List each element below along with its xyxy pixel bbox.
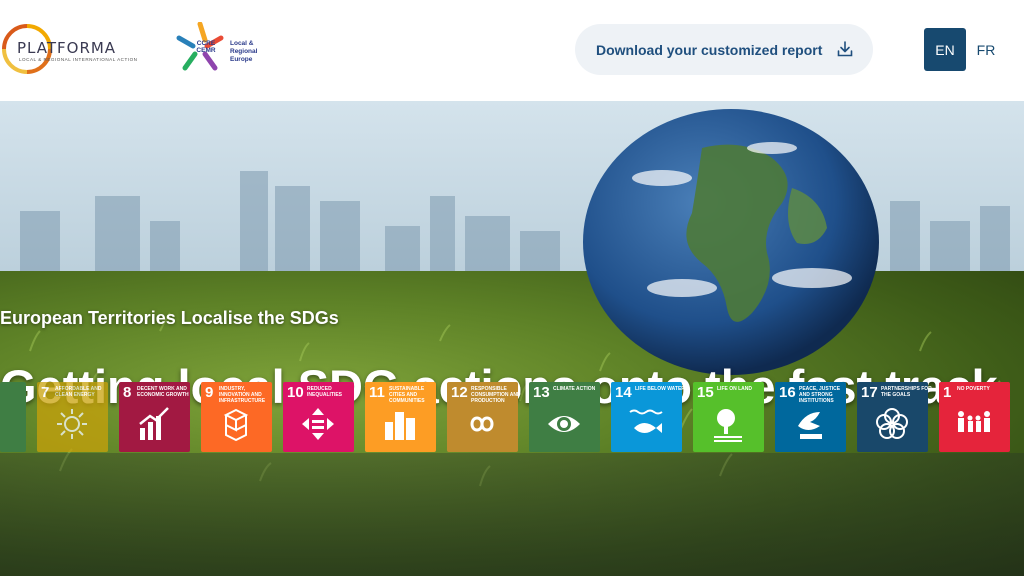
sdg-tile-15[interactable]: 15 LIFE ON LAND xyxy=(693,382,764,452)
language-en-button[interactable]: EN xyxy=(924,28,966,71)
sdg-tile-17[interactable]: 17 PARTNERSHIPS FOR THE GOALS xyxy=(857,382,932,452)
ccre-cemr-logo[interactable]: CCRE CEMR Local & Regional Europe xyxy=(175,21,275,74)
download-report-button[interactable]: Download your customized report xyxy=(575,24,873,75)
eye-globe-icon xyxy=(548,416,580,432)
dove-icon xyxy=(798,412,822,439)
site-header: PLATFORMA LOCAL & REGIONAL INTERNATIONAL… xyxy=(0,0,1024,101)
sdg-tile-partial[interactable] xyxy=(0,382,26,452)
growth-chart-icon xyxy=(139,407,169,440)
ccre-text-line: Regional xyxy=(230,48,258,55)
platforma-name: PLATFORMA xyxy=(17,39,117,57)
rings-icon xyxy=(876,408,908,439)
sdg-tile-1[interactable]: 1 NO POVERTY xyxy=(939,382,1010,452)
ccre-text-line: Local & xyxy=(230,40,254,47)
download-report-label: Download your customized report xyxy=(596,41,823,58)
sdg-tile-label: AFFORDABLE AND CLEAN ENERGY xyxy=(55,386,102,398)
sdg-tile-number: 15 xyxy=(697,384,714,401)
family-icon xyxy=(958,411,990,432)
sdg-tile-number: 12 xyxy=(451,384,468,401)
hero-eyebrow: European Territories Localise the SDGs xyxy=(0,308,339,328)
sdg-tile-16[interactable]: 16 PEACE, JUSTICE AND STRONG INSTITUTIONS xyxy=(775,382,846,452)
tree-icon xyxy=(714,409,742,442)
sdg-tile-number: 10 xyxy=(287,384,304,401)
sdg-tile-label: REDUCED INEQUALITIES xyxy=(307,386,343,398)
sdg-tile-label: PEACE, JUSTICE AND STRONG INSTITUTIONS xyxy=(799,386,841,404)
sdg-tile-12[interactable]: 12 RESPONSIBLE CONSUMPTION AND PRODUCTION xyxy=(447,382,521,452)
arrows-icon xyxy=(302,408,334,440)
sdg-tile-label: INDUSTRY, INNOVATION AND INFRASTRUCTURE xyxy=(219,386,266,404)
sdg-tile-number: 14 xyxy=(615,384,632,401)
sdg-tile-label: CLIMATE ACTION xyxy=(553,386,596,392)
sdg-tile-13[interactable]: 13 CLIMATE ACTION xyxy=(529,382,600,452)
sdg-tile-14[interactable]: 14 LIFE BELOW WATER xyxy=(611,382,685,452)
sdg-tile-label: PARTNERSHIPS FOR THE GOALS xyxy=(881,386,932,398)
sdg-tile-label: LIFE BELOW WATER xyxy=(635,386,685,392)
sdg-tile-8[interactable]: 8 DECENT WORK AND ECONOMIC GROWTH xyxy=(119,382,190,452)
ccre-text: Local & Regional Europe xyxy=(230,40,257,64)
ccre-text-line: Europe xyxy=(230,56,253,63)
earth-globe-image xyxy=(583,109,879,375)
sdg-tile-label: DECENT WORK AND ECONOMIC GROWTH xyxy=(137,386,189,398)
cubes-icon xyxy=(223,408,249,442)
sdg-tile-number: 17 xyxy=(861,384,878,401)
sdg-tile-label: SUSTAINABLE CITIES AND COMMUNITIES xyxy=(389,386,425,404)
sdg-tiles-band xyxy=(0,453,1024,576)
hero-banner: European Territories Localise the SDGs G… xyxy=(0,101,1024,576)
sdg-tile-10[interactable]: 10 REDUCED INEQUALITIES xyxy=(283,382,354,452)
language-fr-button[interactable]: FR xyxy=(972,28,1000,71)
fish-icon xyxy=(629,409,663,433)
sdg-tile-number: 7 xyxy=(41,384,50,401)
buildings-icon xyxy=(385,412,415,440)
download-icon xyxy=(837,41,853,57)
infinity-icon xyxy=(470,416,494,432)
sun-icon xyxy=(57,409,87,439)
sdg-tile-number: 16 xyxy=(779,384,796,401)
sdg-tile-9[interactable]: 9 INDUSTRY, INNOVATION AND INFRASTRUCTURE xyxy=(201,382,272,452)
sdg-tile-7[interactable]: 7 AFFORDABLE AND CLEAN ENERGY xyxy=(37,382,108,452)
platforma-subtitle: LOCAL & REGIONAL INTERNATIONAL ACTION xyxy=(19,57,138,62)
sdg-tile-number: 13 xyxy=(533,384,550,401)
ccre-mark: CCRE CEMR xyxy=(196,40,216,54)
sdg-tile-label: RESPONSIBLE CONSUMPTION AND PRODUCTION xyxy=(471,386,521,404)
sdg-tile-number: 9 xyxy=(205,384,214,401)
sdg-tile-label: LIFE ON LAND xyxy=(717,386,752,392)
sdg-tile-number: 8 xyxy=(123,384,132,401)
platforma-logo[interactable]: PLATFORMA LOCAL & REGIONAL INTERNATIONAL… xyxy=(0,22,140,76)
sdg-tile-number: 11 xyxy=(369,384,385,401)
sdg-tile-label: NO POVERTY xyxy=(957,386,990,392)
sdg-tile-11[interactable]: 11 SUSTAINABLE CITIES AND COMMUNITIES xyxy=(365,382,436,452)
sdg-tile-number: 1 xyxy=(943,384,952,401)
